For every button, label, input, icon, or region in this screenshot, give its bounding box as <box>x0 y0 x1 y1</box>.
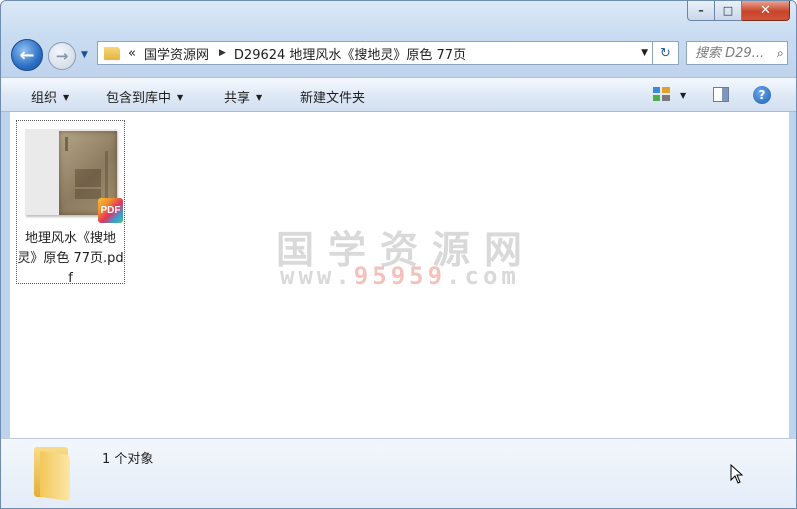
share-button[interactable]: 共享 ▼ <box>224 87 262 106</box>
address-bar[interactable]: « 国学资源网 ▶ D29624 地理风水《搜地灵》原色 77页 ▼ <box>97 41 653 65</box>
help-icon[interactable]: ? <box>753 86 771 104</box>
organize-button[interactable]: 组织 ▼ <box>31 87 69 106</box>
close-button[interactable]: ✕ <box>742 1 790 21</box>
view-options-dropdown-icon[interactable]: ▼ <box>680 91 686 100</box>
pdf-icon: PDF <box>98 198 123 223</box>
refresh-button[interactable]: ↻ <box>653 41 679 65</box>
chevron-down-icon: ▼ <box>63 93 70 102</box>
chevron-down-icon: ▼ <box>177 93 184 102</box>
arrow-right-icon: → <box>55 47 69 65</box>
maximize-button[interactable]: □ <box>715 1 742 21</box>
item-count: 1 个对象 <box>102 452 154 467</box>
address-dropdown-icon[interactable]: ▼ <box>641 48 648 58</box>
address-chevron[interactable]: « <box>128 46 136 61</box>
forward-button[interactable]: → <box>48 42 76 70</box>
back-button[interactable]: ← <box>11 39 43 71</box>
include-in-library-button[interactable]: 包含到库中 ▼ <box>106 87 183 106</box>
search-icon[interactable]: ⌕ <box>777 46 784 61</box>
details-pane: 1 个对象 <box>1 438 796 508</box>
caption-buttons: – □ ✕ <box>687 1 790 21</box>
breadcrumb-root[interactable]: 国学资源网 <box>144 44 209 63</box>
file-name[interactable]: 地理风水《搜地灵》原色 77页.pdf <box>17 229 124 289</box>
arrow-left-icon: ← <box>19 44 35 66</box>
preview-pane-icon[interactable] <box>713 87 729 102</box>
breadcrumb-separator-icon[interactable]: ▶ <box>219 48 226 58</box>
new-folder-button[interactable]: 新建文件夹 <box>300 87 365 106</box>
recent-pages-dropdown[interactable]: ▼ <box>81 50 88 60</box>
explorer-window: – □ ✕ ← → ▼ « 国学资源网 ▶ D29624 地理风水《搜地灵》原色… <box>0 0 797 509</box>
folder-icon <box>34 447 72 502</box>
command-bar: 组织 ▼ 包含到库中 ▼ 共享 ▼ 新建文件夹 ▼ ? <box>1 77 796 112</box>
search-box[interactable]: ⌕ <box>686 41 788 65</box>
chevron-down-icon: ▼ <box>81 50 88 60</box>
chevron-down-icon: ▼ <box>256 93 263 102</box>
file-item[interactable]: PDF 地理风水《搜地灵》原色 77页.pdf <box>16 120 125 286</box>
change-view-icon[interactable] <box>653 87 670 101</box>
refresh-icon: ↻ <box>660 45 671 61</box>
file-list[interactable]: PDF 地理风水《搜地灵》原色 77页.pdf 国学资源网 www.95959.… <box>9 112 790 438</box>
breadcrumb-current[interactable]: D29624 地理风水《搜地灵》原色 77页 <box>234 44 466 63</box>
navigation-bar: ← → ▼ « 国学资源网 ▶ D29624 地理风水《搜地灵》原色 77页 ▼… <box>1 37 796 71</box>
folder-icon <box>104 46 120 60</box>
search-input[interactable] <box>693 44 777 62</box>
minimize-button[interactable]: – <box>687 1 715 21</box>
mouse-cursor-icon <box>730 464 744 484</box>
watermark-url: www.95959.com <box>280 262 520 290</box>
